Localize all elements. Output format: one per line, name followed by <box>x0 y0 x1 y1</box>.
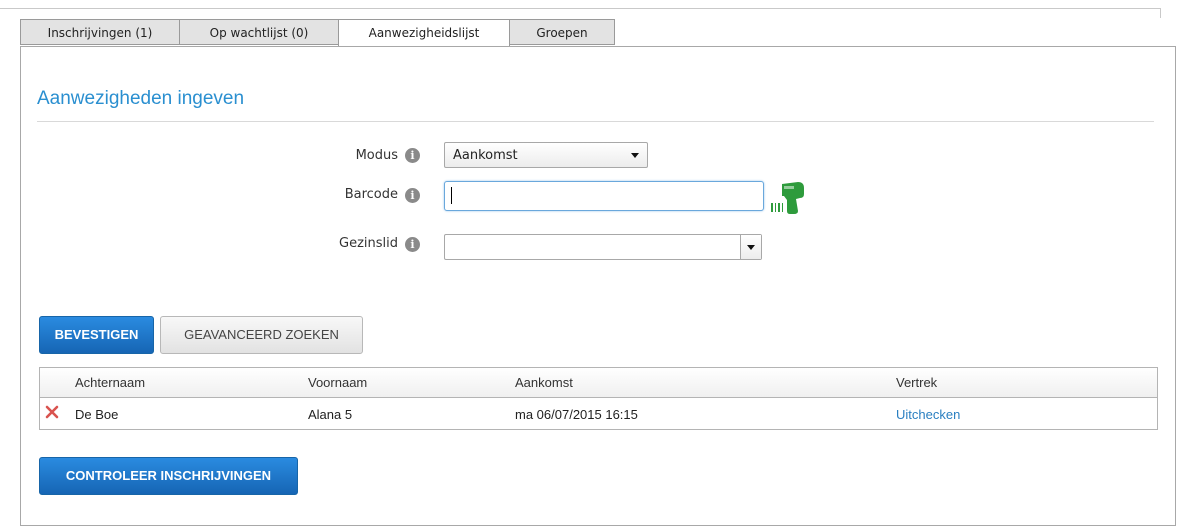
text-cursor <box>451 187 452 204</box>
tab-groepen[interactable]: Groepen <box>509 19 615 45</box>
advanced-search-button[interactable]: GEAVANCEERD ZOEKEN <box>160 316 363 354</box>
modus-select[interactable]: Aankomst <box>444 142 648 168</box>
modus-label: Modus <box>355 148 398 163</box>
column-header-achternaam[interactable]: Achternaam <box>75 375 145 390</box>
column-header-voornaam[interactable]: Voornaam <box>308 375 367 390</box>
modus-value: Aankomst <box>453 148 518 163</box>
gezinslid-dropdown-button[interactable] <box>740 235 761 259</box>
tab-op-wachtlijst[interactable]: Op wachtlijst (0) <box>179 19 339 45</box>
table-header: Achternaam Voornaam Aankomst Vertrek <box>40 368 1157 398</box>
barcode-scanner-icon[interactable] <box>770 180 810 216</box>
gezinslid-label: Gezinslid <box>339 236 398 251</box>
confirm-button[interactable]: BEVESTIGEN <box>39 316 154 354</box>
gezinslid-select[interactable] <box>444 234 762 260</box>
attendance-table: Achternaam Voornaam Aankomst Vertrek De … <box>39 367 1158 430</box>
checkout-link[interactable]: Uitchecken <box>896 407 960 422</box>
section-title: Aanwezigheden ingeven <box>37 88 245 109</box>
info-icon[interactable]: i <box>405 237 420 252</box>
tab-aanwezigheidslijst[interactable]: Aanwezigheidslijst <box>338 19 510 47</box>
chevron-down-icon <box>631 153 639 158</box>
cell-achternaam: De Boe <box>75 407 119 422</box>
column-header-vertrek[interactable]: Vertrek <box>896 375 937 390</box>
content-panel <box>20 46 1176 526</box>
chevron-down-icon <box>747 245 755 250</box>
cell-voornaam: Alana 5 <box>308 407 353 422</box>
top-divider-end <box>1160 8 1161 18</box>
info-icon[interactable]: i <box>405 148 420 163</box>
section-divider <box>37 121 1154 122</box>
delete-icon[interactable] <box>45 405 59 419</box>
top-divider <box>0 8 1160 9</box>
column-header-aankomst[interactable]: Aankomst <box>515 375 573 390</box>
check-registrations-button[interactable]: CONTROLEER INSCHRIJVINGEN <box>39 457 298 495</box>
barcode-input[interactable] <box>444 181 764 211</box>
info-icon[interactable]: i <box>405 188 420 203</box>
cell-aankomst: ma 06/07/2015 16:15 <box>515 407 638 422</box>
tab-inschrijvingen[interactable]: Inschrijvingen (1) <box>20 19 180 45</box>
barcode-label: Barcode <box>344 187 398 202</box>
